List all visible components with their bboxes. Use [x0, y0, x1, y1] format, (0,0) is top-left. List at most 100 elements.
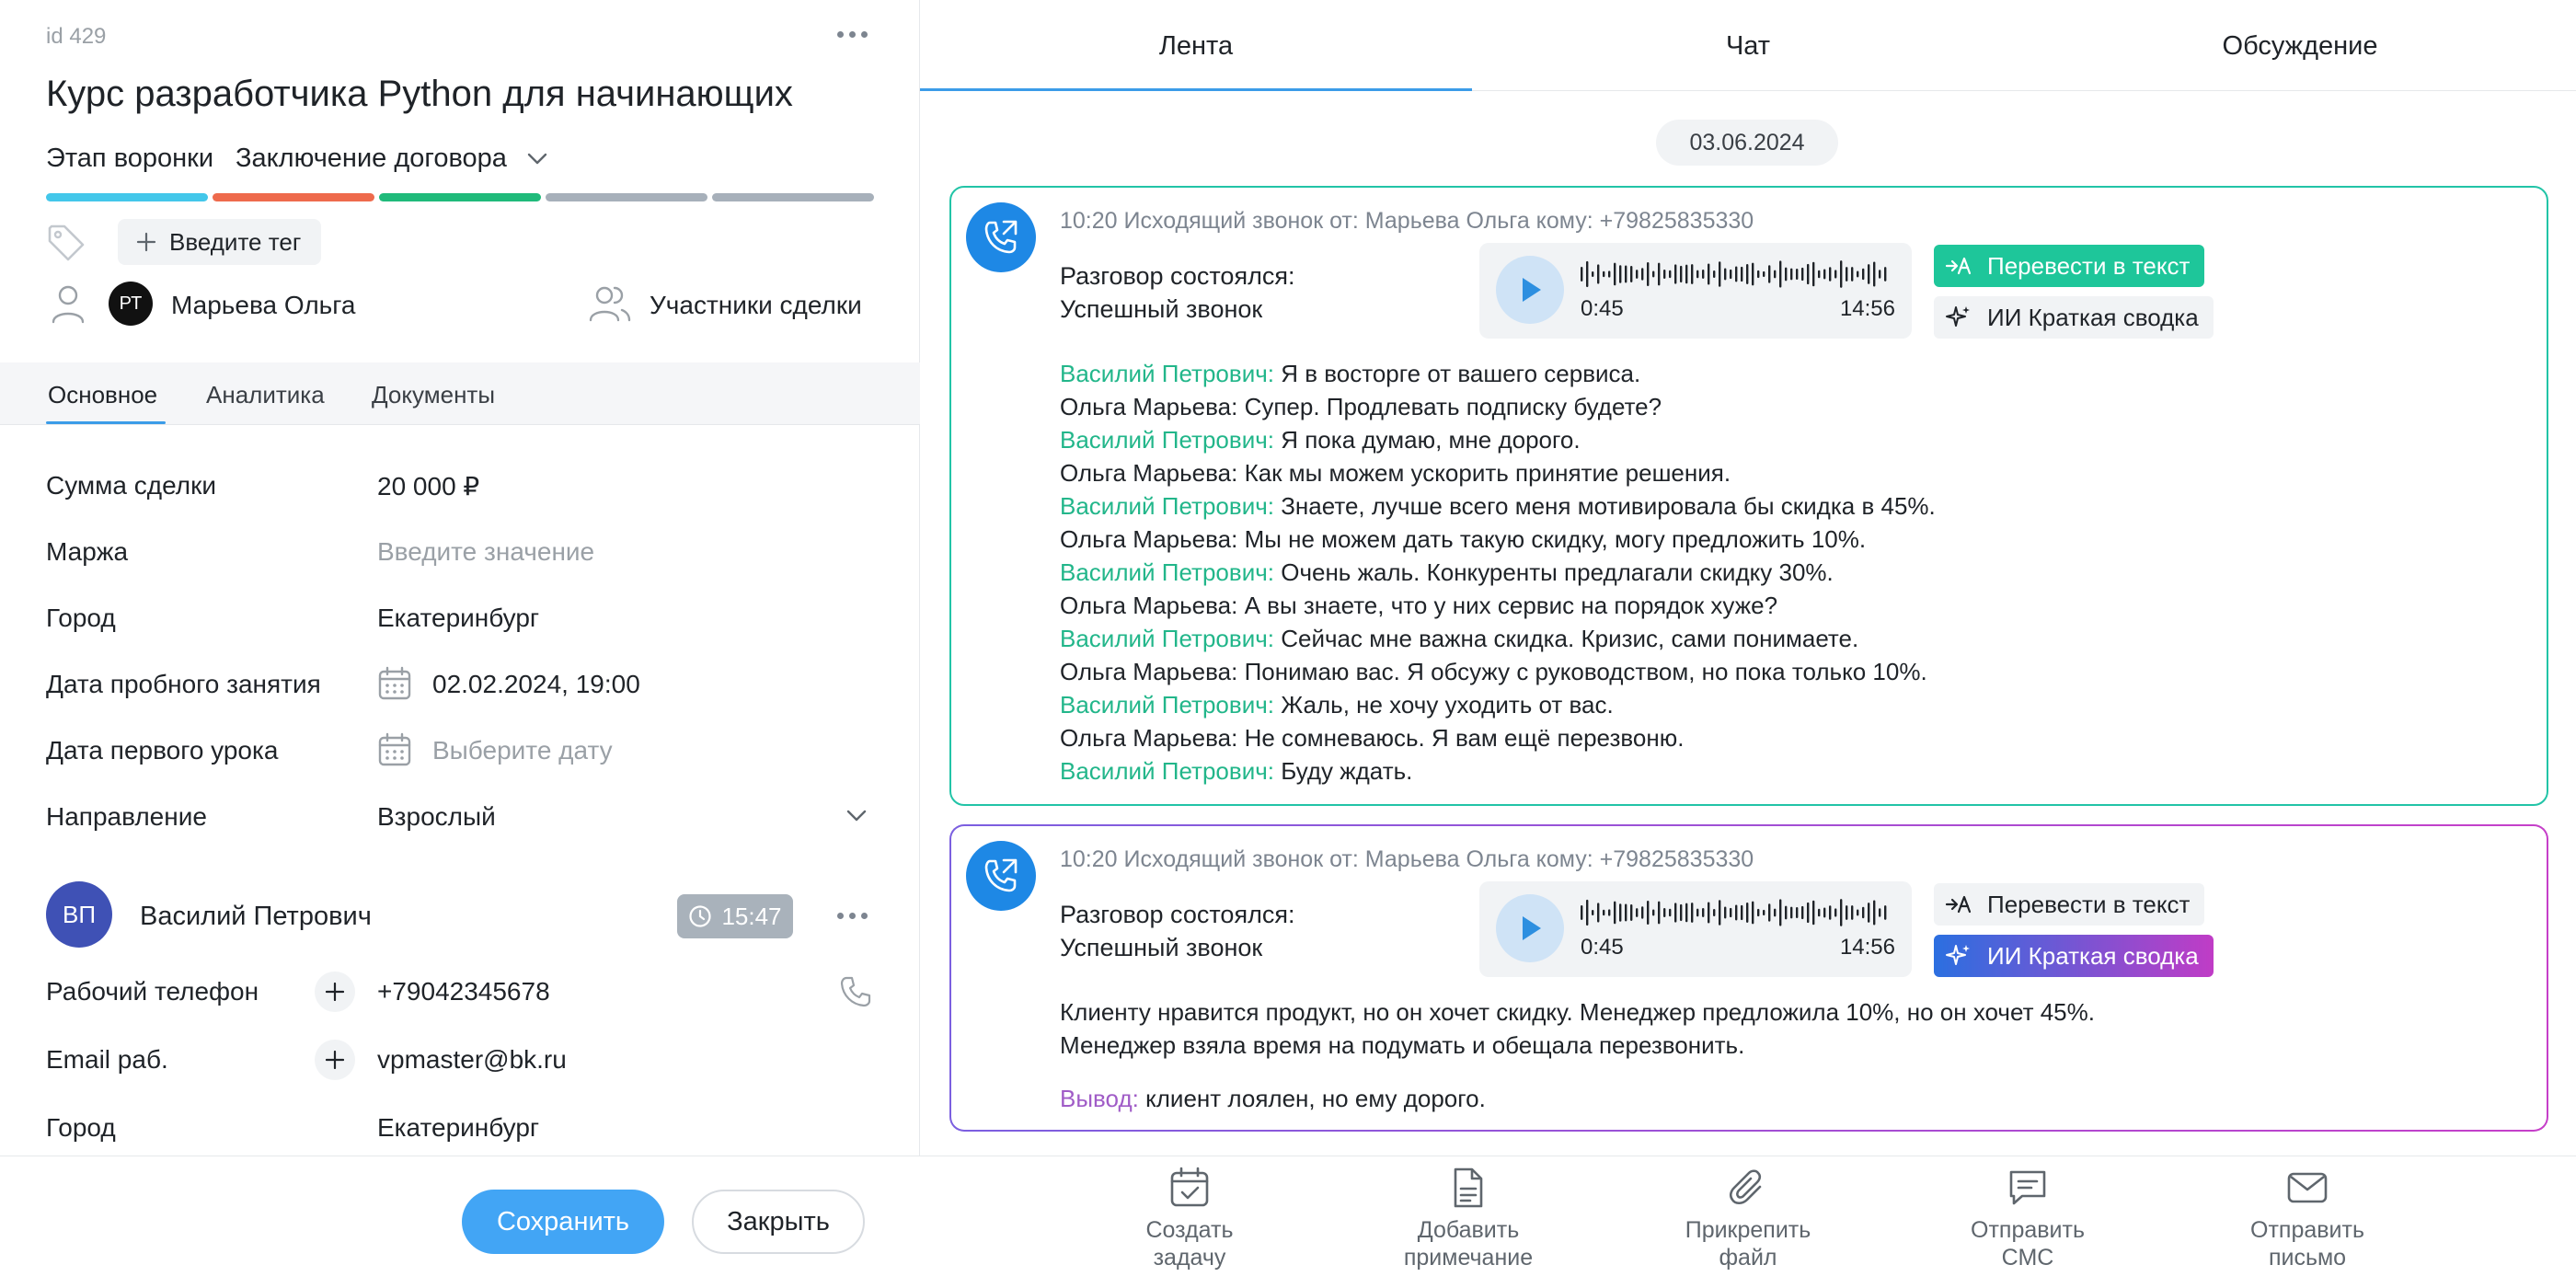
add-note-button[interactable]: Добавить примечание [1376, 1167, 1560, 1271]
transcript-line: Ольга Марьева: А вы знаете, что у них се… [1060, 589, 1936, 622]
field-label-margin: Маржа [46, 537, 129, 566]
attach-file-button[interactable]: Прикрепить файл [1656, 1167, 1840, 1271]
play-button[interactable] [1496, 894, 1564, 962]
waveform-bar [1829, 905, 1832, 920]
transcript-text: Знаете, лучше всего меня мотивировала бы… [1281, 492, 1936, 520]
transcript-line: Василий Петрович: Я пока думаю, мне доро… [1060, 423, 1936, 456]
tab-analytics[interactable]: Аналитика [206, 381, 325, 409]
audio-current-time: 0:45 [1581, 296, 1624, 321]
stage-segment-3[interactable] [379, 193, 541, 201]
speaker-name: Ольга Марьева: [1060, 592, 1238, 619]
tab-discussion[interactable]: Обсуждение [2024, 31, 2576, 62]
tab-documents[interactable]: Документы [372, 381, 495, 409]
transcribe-button[interactable]: Перевести в текст [1934, 245, 2205, 287]
waveform-bar [1752, 262, 1754, 286]
calendar-icon[interactable] [377, 666, 412, 701]
add-email-button[interactable] [315, 1040, 355, 1080]
send-email-button[interactable]: Отправить письмо [2215, 1167, 2399, 1271]
audio-player: 0:45 14:56 [1479, 243, 1912, 339]
field-city-value[interactable]: Екатеринбург [377, 604, 539, 633]
field-direction-select[interactable]: Взрослый [377, 802, 496, 832]
speaker-name: Василий Петрович: [1060, 625, 1274, 652]
transcribe-label: Перевести в текст [1987, 251, 2191, 280]
conclusion-text: клиент лоялен, но ему дорого. [1145, 1085, 1486, 1112]
more-menu-icon[interactable] [837, 31, 868, 38]
ai-summary-label: ИИ Краткая сводка [1987, 303, 2199, 331]
phone-icon[interactable] [839, 975, 872, 1008]
save-button[interactable]: Сохранить [462, 1190, 664, 1254]
play-icon [1516, 275, 1544, 305]
waveform-bar [1658, 901, 1661, 925]
stage-segment-1[interactable] [46, 193, 208, 201]
create-task-button[interactable]: Создать задачу [1098, 1167, 1282, 1271]
contact-more-icon[interactable] [837, 913, 868, 919]
time-badge-value: 15:47 [721, 902, 782, 930]
transcript-text: Буду ждать. [1281, 757, 1413, 785]
waveform-bar [1581, 905, 1583, 920]
field-label-direction: Направление [46, 802, 207, 831]
field-trial-date-value[interactable]: 02.02.2024, 19:00 [432, 670, 640, 699]
transcribe-button[interactable]: Перевести в текст [1934, 883, 2205, 926]
waveform-bar [1779, 899, 1782, 926]
waveform-bar [1774, 908, 1777, 917]
user-icon [50, 283, 86, 324]
waveform-bar [1752, 901, 1754, 925]
transcript-line: Василий Петрович: Жаль, не хочу уходить … [1060, 688, 1936, 721]
add-phone-button[interactable] [315, 972, 355, 1012]
tab-feed[interactable]: Лента [920, 31, 1472, 62]
send-sms-button[interactable]: Отправить СМС [1936, 1167, 2120, 1271]
chevron-down-icon [527, 153, 547, 166]
transcript-text: А вы знаете, что у них сервис на порядок… [1244, 592, 1778, 619]
waveform-bar [1674, 264, 1677, 284]
waveform-bar [1790, 906, 1793, 919]
contact-name[interactable]: Василий Петрович [140, 902, 372, 932]
document-icon [1454, 1167, 1483, 1208]
ai-summary-button[interactable]: ИИ Краткая сводка [1934, 935, 2214, 977]
call-transcript: Василий Петрович: Я в восторге от вашего… [1060, 357, 1936, 788]
funnel-stage-select[interactable]: Заключение договора [236, 144, 547, 174]
field-amount-value[interactable]: 20 000 ₽ [377, 471, 479, 501]
calendar-icon[interactable] [377, 732, 412, 767]
tab-main[interactable]: Основное [48, 381, 157, 409]
field-margin-input[interactable]: Введите значение [377, 537, 594, 567]
waveform-bar [1868, 903, 1870, 923]
field-label-first-lesson: Дата первого урока [46, 736, 279, 765]
tab-chat[interactable]: Чат [1472, 31, 2024, 62]
deal-id: id 429 [46, 24, 107, 49]
waveform-bar [1647, 261, 1650, 287]
waveform-bar [1614, 901, 1616, 925]
add-tag-button[interactable]: Введите тег [118, 219, 322, 265]
transcript-line: Ольга Марьева: Не сомневаюсь. Я вам ещё … [1060, 721, 1936, 754]
waveform-bar [1768, 265, 1771, 283]
stage-segment-2[interactable] [213, 193, 374, 201]
waveform-bar [1724, 268, 1727, 281]
close-button[interactable]: Закрыть [692, 1190, 865, 1254]
transcript-text: Сейчас мне важна скидка. Кризис, сами по… [1281, 625, 1859, 652]
responsible-name[interactable]: Марьева Ольга [171, 291, 355, 320]
play-button[interactable] [1496, 256, 1564, 324]
transcript-text: Я пока думаю, мне дорого. [1281, 426, 1581, 454]
call-card: 10:20 Исходящий звонок от: Марьева Ольга… [949, 186, 2548, 806]
stage-segment-4[interactable] [546, 193, 707, 201]
call-status-value: Успешный звонок [1060, 295, 1263, 323]
waveform-bar [1680, 265, 1683, 283]
contact-city-value[interactable]: Екатеринбург [377, 1113, 539, 1143]
field-first-lesson-input[interactable]: Выберите дату [432, 736, 613, 765]
field-label-city: Город [46, 604, 116, 632]
waveform-bar [1812, 261, 1815, 287]
participants-link[interactable]: Участники сделки [650, 291, 862, 320]
waveform-bar [1663, 907, 1666, 918]
transcript-text: Не сомневаюсь. Я вам ещё перезвоню. [1244, 724, 1685, 752]
work-phone-value[interactable]: +79042345678 [377, 977, 550, 1006]
waveform[interactable] [1581, 258, 1890, 291]
chevron-down-icon[interactable] [846, 810, 867, 822]
ai-summary-button[interactable]: ИИ Краткая сводка [1934, 296, 2214, 339]
stage-segment-5[interactable] [712, 193, 874, 201]
transcript-line: Ольга Марьева: Понимаю вас. Я обсужу с р… [1060, 655, 1936, 688]
email-value[interactable]: vpmaster@bk.ru [377, 1045, 567, 1075]
waveform[interactable] [1581, 896, 1890, 929]
outgoing-call-icon [966, 841, 1036, 911]
speaker-name: Василий Петрович: [1060, 757, 1274, 785]
sparkle-icon [1945, 304, 1972, 331]
audio-duration: 14:56 [1839, 935, 1895, 960]
